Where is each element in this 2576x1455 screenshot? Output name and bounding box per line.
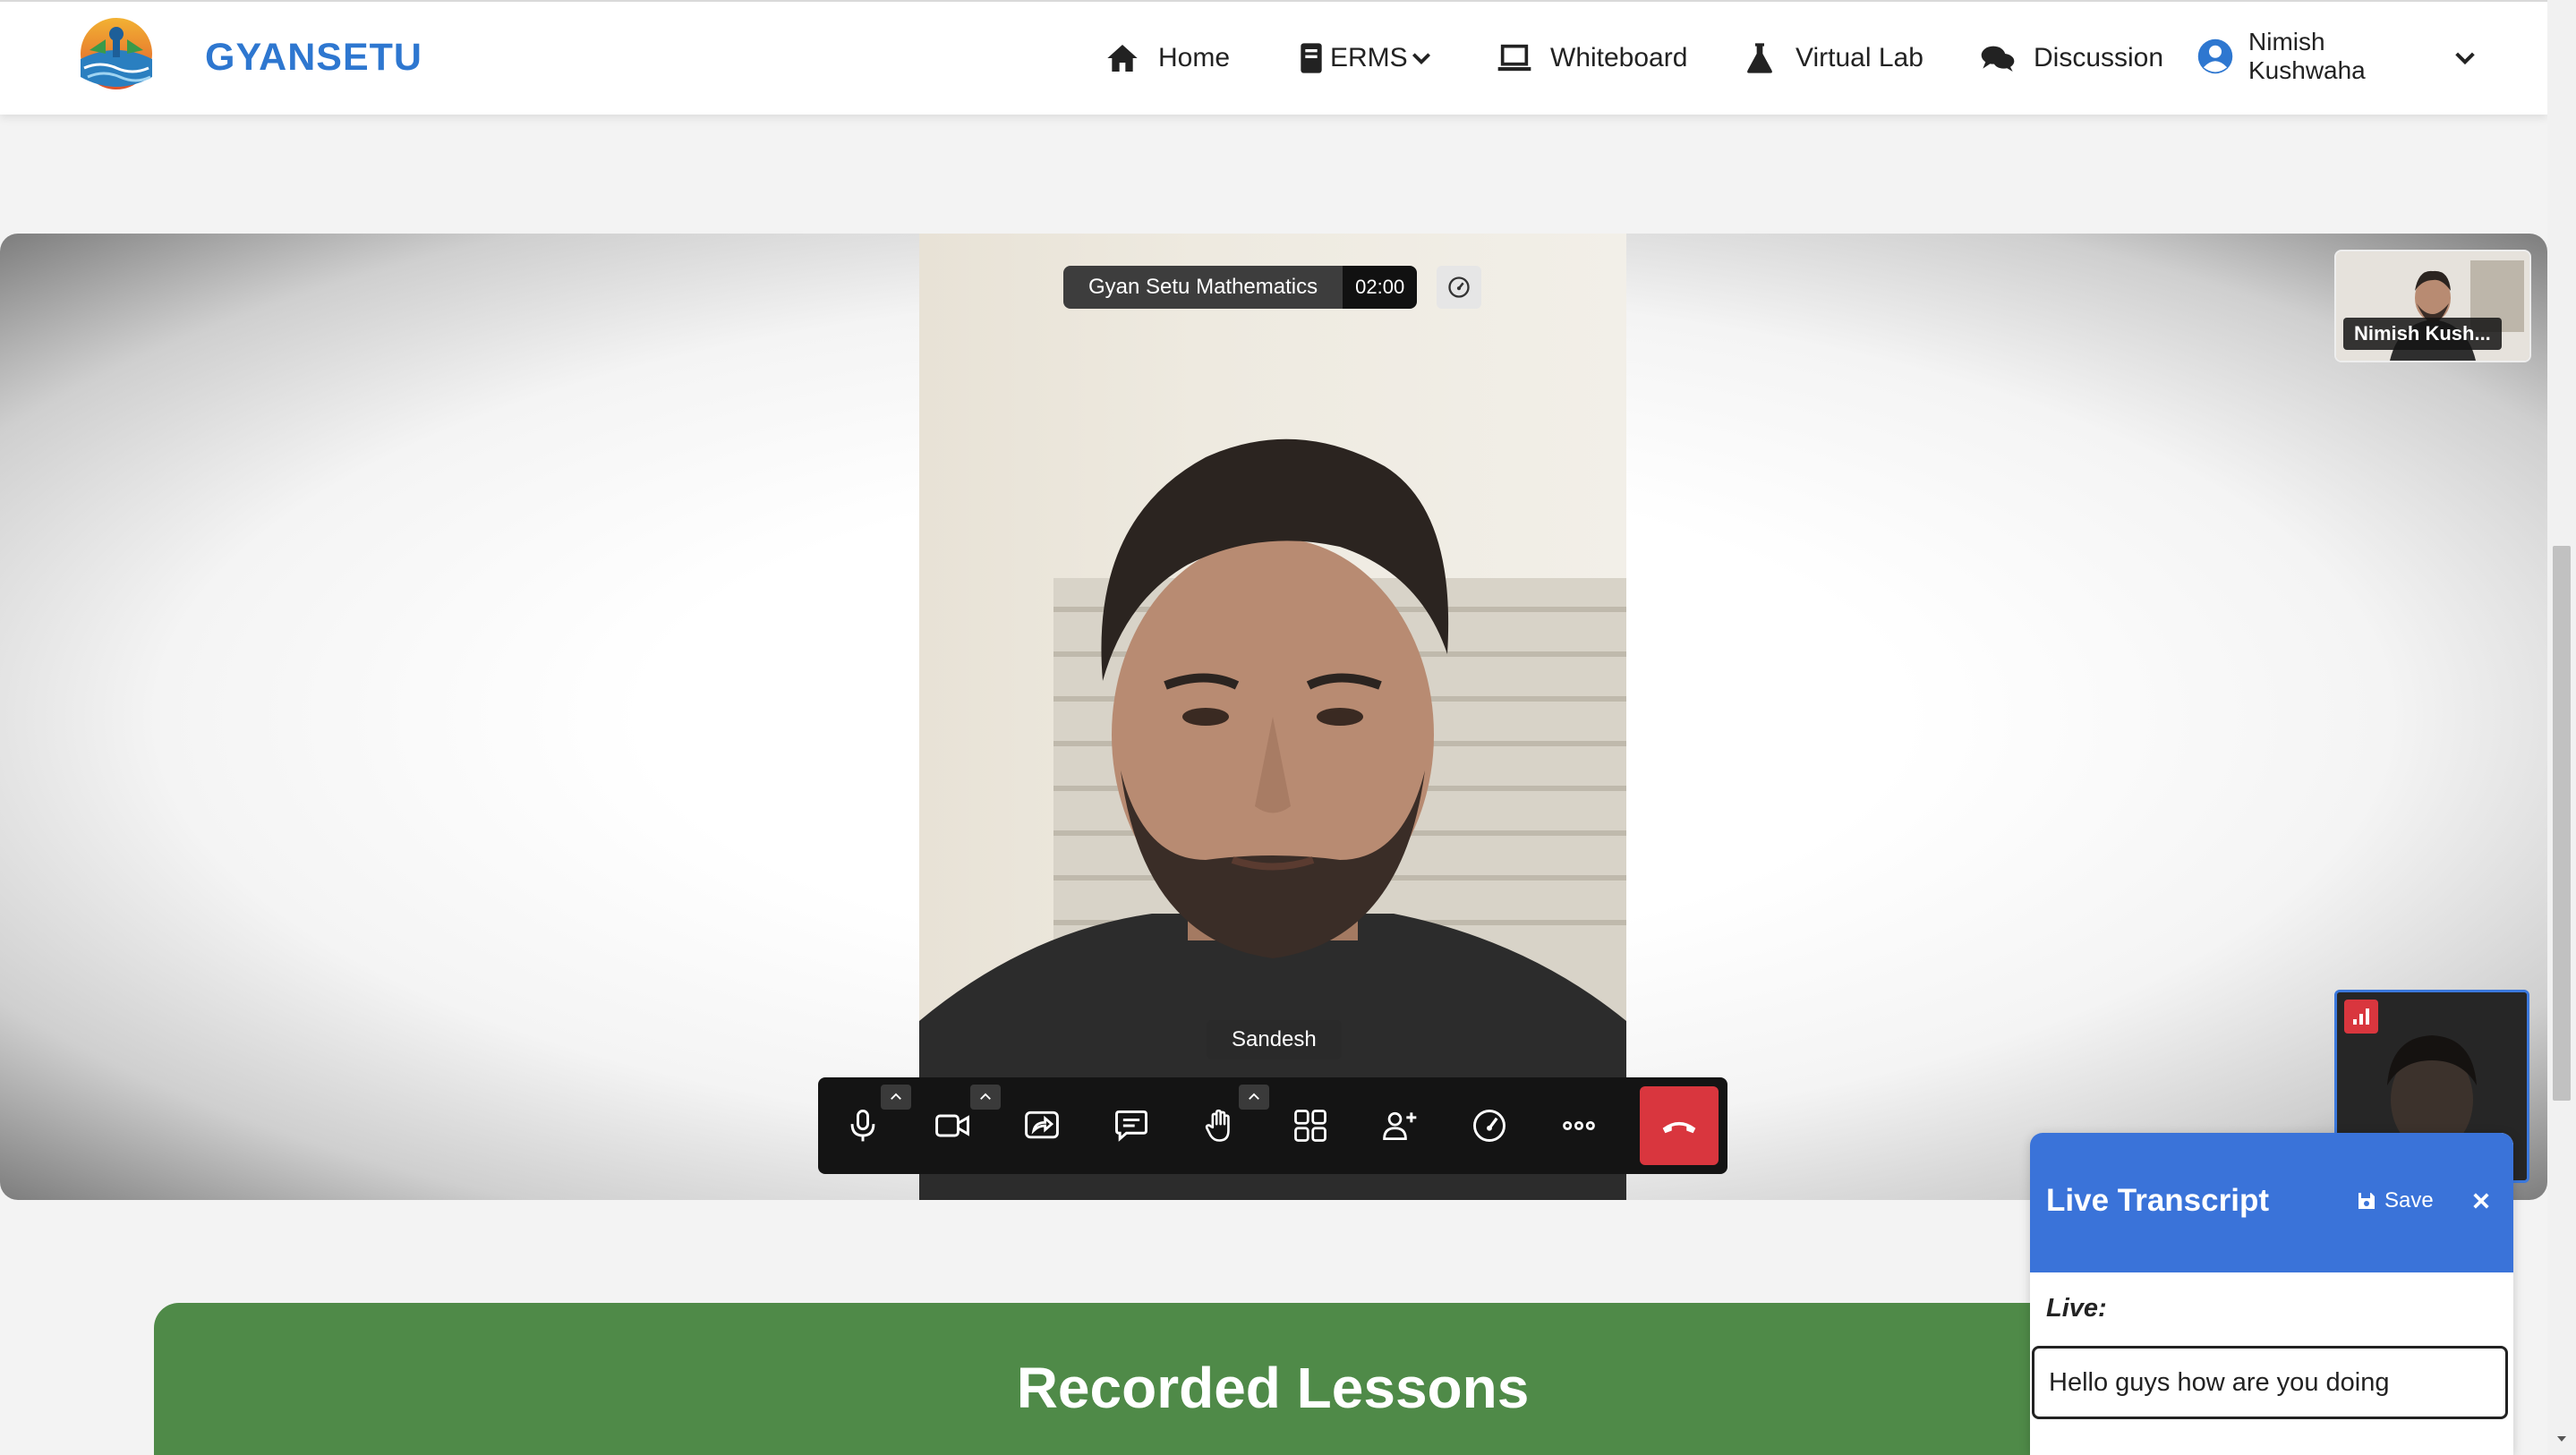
live-transcript-panel: Live Transcript Save Live: xyxy=(2030,1133,2513,1455)
transcript-title: Live Transcript xyxy=(2046,1183,2269,1218)
nav-erms-label: ERMS xyxy=(1330,43,1408,72)
meeting-toolbar xyxy=(818,1077,1727,1174)
nav-home[interactable]: Home xyxy=(1105,30,1230,86)
speaker-stats-button[interactable] xyxy=(1437,266,1481,309)
share-screen-button[interactable] xyxy=(997,1077,1087,1174)
page-scrollbar[interactable] xyxy=(2547,0,2576,1455)
flask-icon xyxy=(1742,40,1778,76)
invite-icon xyxy=(1380,1106,1420,1145)
user-menu-chevron-icon[interactable] xyxy=(2451,43,2479,72)
tile-view-icon xyxy=(1291,1106,1330,1145)
raise-hand-icon xyxy=(1201,1106,1241,1145)
speaker-name-tag: Sandesh xyxy=(1207,1020,1342,1059)
share-screen-icon xyxy=(1022,1106,1062,1145)
transcript-header: Live Transcript Save xyxy=(2030,1133,2513,1272)
nav-virtual-lab[interactable]: Virtual Lab xyxy=(1742,30,1923,86)
transcript-live-label: Live: xyxy=(2046,1294,2107,1323)
leave-meeting-button[interactable] xyxy=(1640,1086,1719,1165)
chat-icon xyxy=(1112,1106,1151,1145)
performance-button[interactable] xyxy=(1445,1077,1534,1174)
meeting-title: Gyan Setu Mathematics xyxy=(1063,266,1343,309)
chevron-down-icon xyxy=(1410,47,1433,70)
transcript-close-button[interactable] xyxy=(2465,1185,2497,1217)
tile-view-button[interactable] xyxy=(1266,1077,1355,1174)
user-circle-icon xyxy=(2196,38,2234,75)
scrollbar-thumb[interactable] xyxy=(2553,546,2571,1101)
nav-whiteboard[interactable]: Whiteboard xyxy=(1497,30,1687,86)
transcript-save-button[interactable]: Save xyxy=(2356,1188,2434,1213)
top-navbar: GYANSETU Home ERMS Whiteboard Virtual La… xyxy=(0,0,2547,115)
gyansetu-logo[interactable] xyxy=(70,14,163,95)
user-last-name: Kushwaha xyxy=(2248,56,2366,84)
transcript-input[interactable] xyxy=(2032,1346,2508,1419)
save-icon xyxy=(2356,1190,2377,1212)
nav-whiteboard-label: Whiteboard xyxy=(1550,43,1688,72)
nav-virtual-lab-label: Virtual Lab xyxy=(1796,43,1923,72)
user-first-name: Nimish xyxy=(2248,28,2325,55)
comments-icon xyxy=(1980,40,2016,76)
microphone-options-caret[interactable] xyxy=(881,1085,911,1110)
camera-options-caret[interactable] xyxy=(970,1085,1001,1110)
book-icon xyxy=(1296,40,1326,76)
chat-button[interactable] xyxy=(1087,1077,1176,1174)
gauge-icon xyxy=(1446,275,1471,300)
connection-status-icon[interactable] xyxy=(2344,1000,2378,1034)
close-icon xyxy=(2471,1191,2491,1211)
performance-icon xyxy=(1470,1106,1509,1145)
user-menu[interactable]: Nimish Kushwaha xyxy=(2196,28,2366,84)
self-thumbnail-name: Nimish Kush... xyxy=(2343,318,2502,350)
more-icon xyxy=(1559,1106,1599,1145)
meeting-info-label: Gyan Setu Mathematics 02:00 xyxy=(1063,266,1418,309)
home-icon xyxy=(1105,40,1140,76)
self-video-thumbnail[interactable]: Nimish Kush... xyxy=(2334,250,2531,362)
camera-icon xyxy=(933,1106,972,1145)
hangup-icon xyxy=(1659,1106,1699,1145)
nav-discussion[interactable]: Discussion xyxy=(1980,30,2163,86)
reactions-options-caret[interactable] xyxy=(1239,1085,1269,1110)
scroll-down-arrow-icon[interactable] xyxy=(2555,1432,2569,1446)
nav-discussion-label: Discussion xyxy=(2034,43,2164,72)
nav-erms-dropdown[interactable]: ERMS xyxy=(1296,30,1433,86)
laptop-icon xyxy=(1497,40,1532,76)
nav-home-label: Home xyxy=(1158,43,1231,72)
transcript-save-label: Save xyxy=(2384,1188,2434,1212)
invite-button[interactable] xyxy=(1355,1077,1445,1174)
brand-name[interactable]: GYANSETU xyxy=(205,36,422,80)
meeting-timer: 02:00 xyxy=(1343,266,1418,309)
more-actions-button[interactable] xyxy=(1534,1077,1624,1174)
microphone-icon xyxy=(843,1106,883,1145)
